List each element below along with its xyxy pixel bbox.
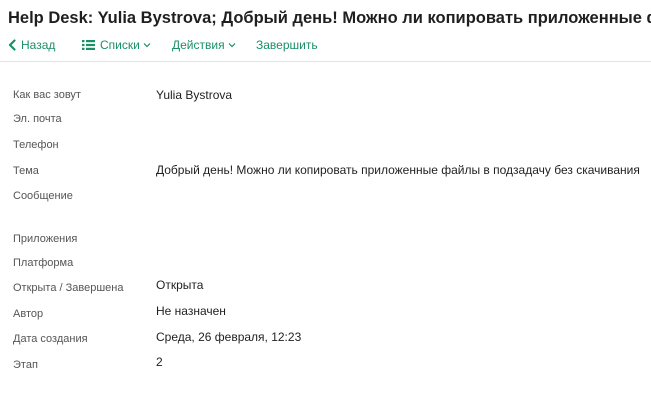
field-value-author: Не назначен [156, 304, 226, 318]
field-value-created: Среда, 26 февраля, 12:23 [156, 330, 302, 344]
field-label-author: Автор [13, 308, 44, 320]
field-value-status: Открыта [156, 278, 204, 292]
field-value-stage: 2 [156, 355, 163, 369]
field-label-email: Эл. почта [13, 113, 62, 125]
field-label-phone: Телефон [13, 139, 59, 151]
field-label-name: Как вас зовут [13, 89, 81, 101]
field-value-subject: Добрый день! Можно ли копировать приложе… [156, 163, 640, 177]
field-label-attachments: Приложения [13, 233, 78, 245]
field-label-created: Дата создания [13, 333, 88, 345]
field-label-subject: Тема [13, 165, 39, 177]
field-value-name: Yulia Bystrova [156, 88, 233, 102]
field-label-platform: Платформа [13, 257, 74, 269]
field-label-message: Сообщение [13, 190, 73, 202]
field-label-stage: Этап [13, 359, 38, 371]
ticket-details: Как вас зовут Yulia Bystrova Эл. почта Т… [0, 0, 651, 394]
field-label-status: Открыта / Завершена [13, 282, 124, 294]
